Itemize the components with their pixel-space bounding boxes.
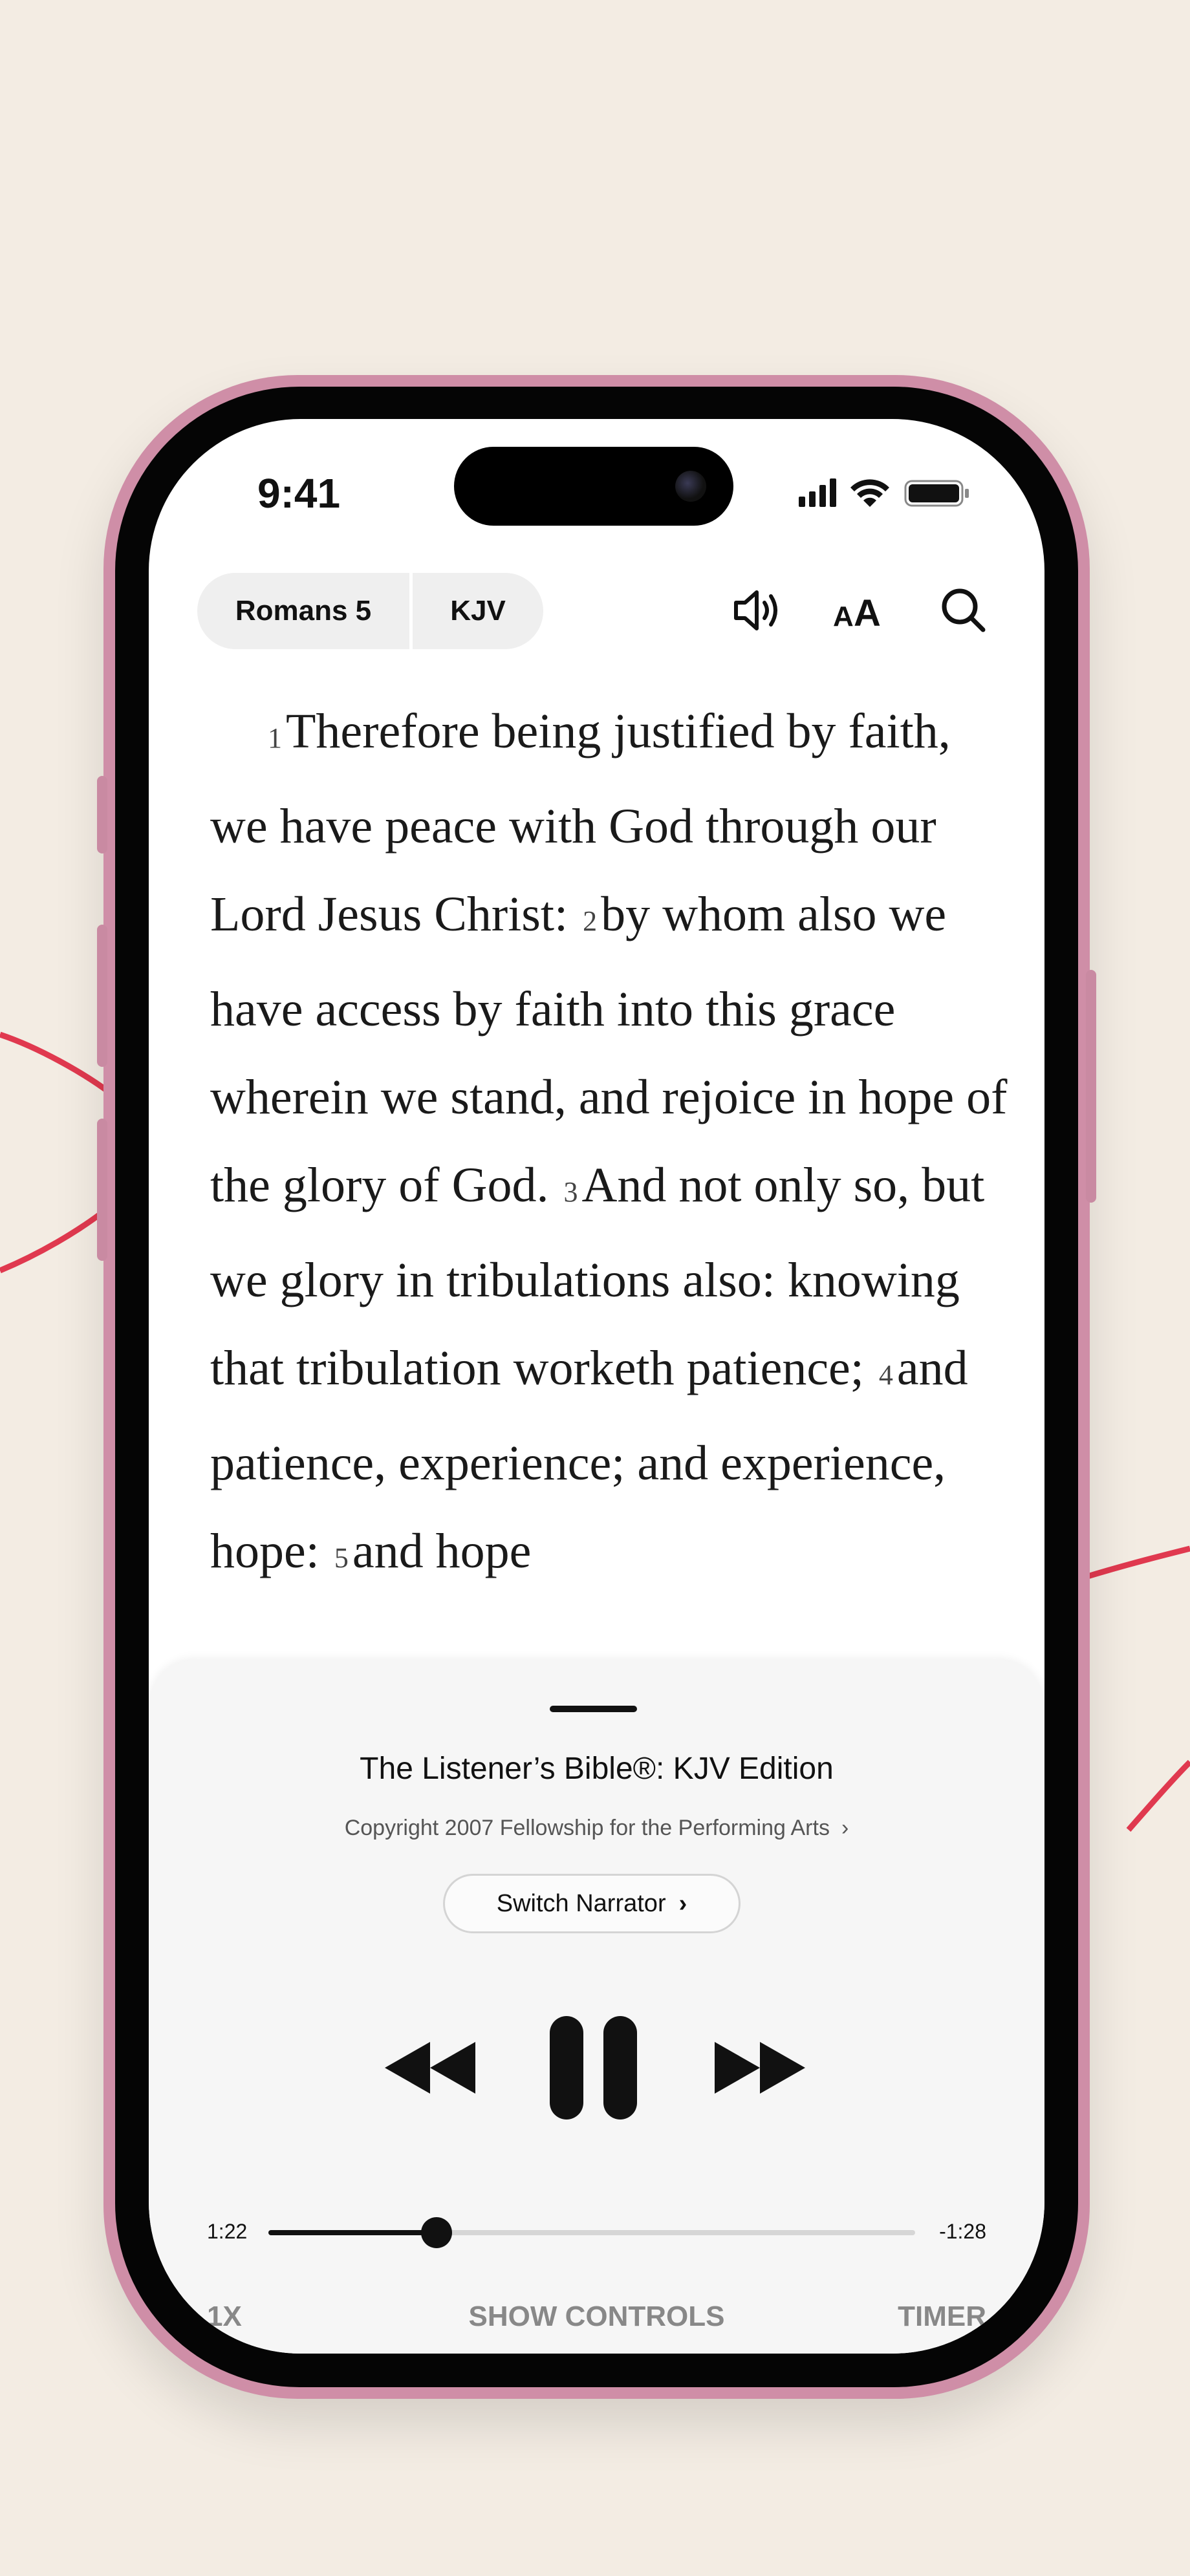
reference-selector: Romans 5 KJV bbox=[197, 573, 543, 649]
progress-track[interactable] bbox=[268, 2217, 915, 2248]
remaining-time: -1:28 bbox=[939, 2220, 986, 2243]
verse-number: 1 bbox=[268, 722, 282, 754]
phone-screen: 9:41 Romans 5 KJV A A 1Therefore being j… bbox=[149, 419, 1044, 2354]
sleep-timer-button[interactable]: TIMER bbox=[898, 2301, 986, 2333]
player-bottom-bar: 1X SHOW CONTROLS TIMER bbox=[207, 2301, 986, 2346]
progress-scrubber: 1:22 -1:28 bbox=[207, 2213, 986, 2252]
verse-number: 2 bbox=[583, 905, 598, 937]
audio-player-sheet: The Listener’s Bible®: KJV Edition Copyr… bbox=[149, 1660, 1044, 2354]
status-icons bbox=[799, 478, 969, 507]
chevron-right-icon: › bbox=[841, 1816, 849, 1840]
svg-text:A: A bbox=[854, 592, 881, 634]
rewind-icon[interactable] bbox=[378, 2010, 482, 2126]
status-time: 9:41 bbox=[257, 470, 341, 517]
show-controls-button[interactable]: SHOW CONTROLS bbox=[207, 2301, 986, 2333]
progress-fill bbox=[268, 2230, 437, 2235]
chevron-right-icon: › bbox=[678, 1890, 687, 1917]
copyright-link[interactable]: Copyright 2007 Fellowship for the Perfor… bbox=[149, 1816, 1044, 1841]
search-icon[interactable] bbox=[931, 578, 996, 643]
action-button bbox=[97, 776, 107, 853]
verse-number: 5 bbox=[334, 1542, 349, 1574]
battery-icon bbox=[904, 480, 969, 507]
svg-text:A: A bbox=[833, 601, 854, 632]
progress-knob[interactable] bbox=[421, 2217, 452, 2248]
dynamic-island bbox=[454, 447, 733, 526]
verse-number: 4 bbox=[878, 1359, 893, 1391]
cellular-signal-icon bbox=[799, 478, 836, 507]
scripture-text: 1Therefore being justified by faith, we … bbox=[210, 687, 1009, 1602]
version-button[interactable]: KJV bbox=[413, 573, 543, 649]
wifi-icon bbox=[850, 479, 889, 507]
elapsed-time: 1:22 bbox=[207, 2220, 248, 2243]
text-size-icon[interactable]: A A bbox=[828, 578, 892, 643]
sheet-grabber[interactable] bbox=[550, 1706, 637, 1712]
side-button bbox=[1086, 970, 1096, 1203]
fast-forward-icon[interactable] bbox=[708, 2010, 812, 2126]
copyright-text: Copyright 2007 Fellowship for the Perfor… bbox=[344, 1816, 830, 1840]
reader-toolbar: Romans 5 KJV A A bbox=[149, 568, 1044, 652]
switch-narrator-button[interactable]: Switch Narrator › bbox=[443, 1874, 741, 1933]
volume-down-button bbox=[97, 1119, 107, 1261]
phone-frame: 9:41 Romans 5 KJV A A 1Therefore being j… bbox=[97, 375, 1096, 2399]
camera-icon bbox=[675, 471, 706, 502]
verse-number: 3 bbox=[563, 1176, 578, 1208]
book-chapter-button[interactable]: Romans 5 bbox=[197, 573, 409, 649]
phone-bezel: 9:41 Romans 5 KJV A A 1Therefore being j… bbox=[115, 387, 1078, 2387]
speaker-icon[interactable] bbox=[724, 578, 789, 643]
volume-up-button bbox=[97, 925, 107, 1067]
switch-narrator-label: Switch Narrator bbox=[496, 1890, 666, 1917]
pause-icon[interactable] bbox=[537, 2010, 650, 2126]
status-bar: 9:41 bbox=[149, 419, 1044, 548]
verse-text: and hope bbox=[352, 1524, 532, 1578]
audio-title: The Listener’s Bible®: KJV Edition bbox=[360, 1752, 834, 1786]
